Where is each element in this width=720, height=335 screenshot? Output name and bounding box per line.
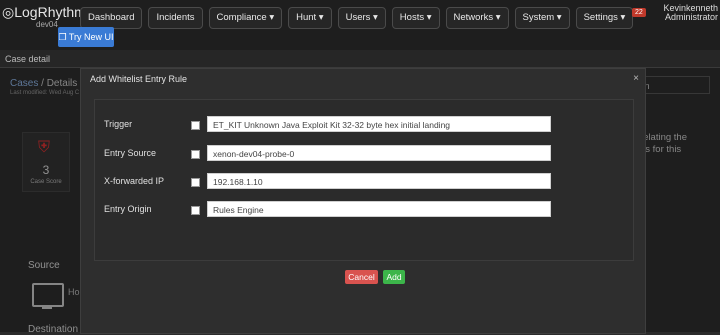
entry-source-field[interactable]: xenon-dev04-probe-0 (207, 145, 551, 161)
modal-form: Trigger ET_KIT Unknown Java Exploit Kit … (94, 99, 634, 284)
entry-source-row: Entry Source xenon-dev04-probe-0 (95, 145, 633, 163)
entry-origin-field[interactable]: Rules Engine (207, 201, 551, 217)
window-icon: ❐ (58, 32, 67, 42)
cancel-button[interactable]: Cancel (345, 270, 378, 284)
page-subtitle: Case detail (0, 50, 720, 68)
trigger-row: Trigger ET_KIT Unknown Java Exploit Kit … (95, 116, 633, 134)
app-logo[interactable]: ◎LogRhythm (2, 4, 86, 21)
nav-dashboard[interactable]: Dashboard (80, 7, 143, 29)
nav-hunt[interactable]: Hunt ▾ (288, 7, 332, 29)
entry-source-label: Entry Source (104, 148, 157, 158)
x-forwarded-ip-label: X-forwarded IP (104, 176, 165, 186)
try-new-ui-button[interactable]: ❐ Try New UI (58, 27, 114, 47)
entry-origin-label: Entry Origin (104, 204, 152, 214)
x-forwarded-ip-row: X-forwarded IP 192.168.1.10 (95, 173, 633, 191)
main-nav: Dashboard Incidents Compliance ▾ Hunt ▾ … (80, 7, 634, 29)
nav-incidents[interactable]: Incidents (148, 7, 203, 29)
add-button[interactable]: Add (383, 270, 405, 284)
nav-system[interactable]: System ▾ (514, 7, 570, 29)
environment-label: dev04 (36, 20, 58, 29)
nav-hosts[interactable]: Hosts ▾ (391, 7, 440, 29)
nav-users[interactable]: Users ▾ (337, 7, 386, 29)
entry-origin-row: Entry Origin Rules Engine (95, 201, 633, 219)
entry-origin-checkbox[interactable] (191, 206, 200, 215)
nav-networks[interactable]: Networks ▾ (445, 7, 509, 29)
top-navbar: ◎LogRhythm dev04 Dashboard Incidents Com… (0, 0, 720, 50)
close-icon[interactable]: × (633, 73, 639, 84)
trigger-field[interactable]: ET_KIT Unknown Java Exploit Kit 32-32 by… (207, 116, 551, 132)
notification-badge[interactable]: 22 (632, 8, 646, 17)
user-role: Administrator (664, 12, 718, 22)
entry-source-checkbox[interactable] (191, 150, 200, 159)
logo-icon: ◎ (2, 4, 15, 20)
x-forwarded-ip-checkbox[interactable] (191, 178, 200, 187)
trigger-label: Trigger (104, 119, 133, 129)
trigger-checkbox[interactable] (191, 121, 200, 130)
user-menu[interactable]: Kevinkenneth Administrator (663, 4, 718, 22)
add-whitelist-modal: Add Whitelist Entry Rule × Trigger ET_KI… (80, 68, 646, 334)
modal-title: Add Whitelist Entry Rule (90, 74, 188, 84)
x-forwarded-ip-field[interactable]: 192.168.1.10 (207, 173, 551, 189)
nav-compliance[interactable]: Compliance ▾ (208, 7, 283, 29)
nav-settings[interactable]: Settings ▾ (575, 7, 634, 29)
